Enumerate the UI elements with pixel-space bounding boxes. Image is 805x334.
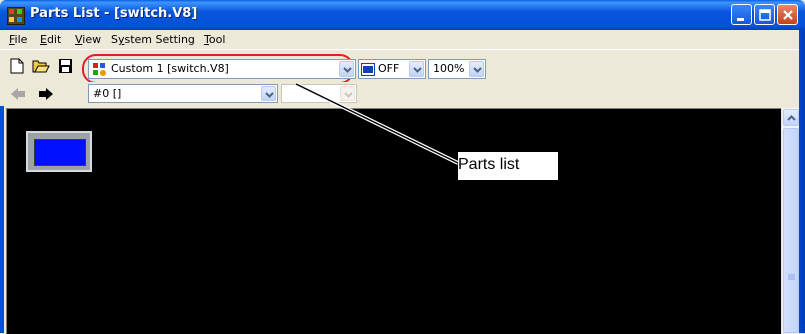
window-title: Parts List - [switch.V8]: [30, 6, 198, 21]
navigation-toolbar: #0 []: [0, 82, 805, 106]
menu-view[interactable]: View: [75, 33, 101, 46]
chevron-down-icon: [473, 67, 482, 73]
chevron-down-icon: [343, 67, 352, 73]
parts-list-combo[interactable]: Custom 1 [switch.V8]: [88, 59, 356, 79]
menu-system-setting[interactable]: System Setting: [111, 33, 195, 46]
chevron-down-icon: [344, 92, 353, 98]
window-frame-right: [799, 30, 805, 333]
menu-tool[interactable]: Tool: [204, 33, 225, 46]
back-arrow-icon[interactable]: [10, 87, 26, 101]
off-state-icon: [361, 63, 375, 76]
callout-text: Parts list: [458, 156, 520, 173]
app-icon: [7, 7, 25, 25]
menu-edit[interactable]: Edit: [40, 33, 61, 46]
state-combo[interactable]: OFF: [358, 59, 426, 79]
chevron-down-icon: [413, 67, 422, 73]
open-folder-icon[interactable]: [32, 58, 50, 74]
zoom-value: 100%: [433, 62, 465, 75]
grip-icon: [788, 274, 795, 280]
parts-list-value: Custom 1 [switch.V8]: [111, 62, 229, 75]
switch-part-face: [34, 139, 86, 166]
maximize-button[interactable]: [754, 4, 775, 25]
zoom-dropdown[interactable]: [469, 61, 484, 77]
parts-icon: [93, 63, 106, 76]
editing-canvas[interactable]: [6, 108, 781, 334]
zoom-combo[interactable]: 100%: [428, 59, 486, 79]
title-bar: Parts List - [switch.V8]: [0, 0, 805, 30]
chevron-down-icon: [265, 92, 274, 98]
new-file-icon[interactable]: [10, 58, 24, 74]
vertical-scrollbar[interactable]: [781, 108, 800, 333]
save-icon[interactable]: [58, 58, 73, 74]
minimize-button[interactable]: [731, 4, 752, 25]
disabled-combo-dropdown: [340, 86, 355, 101]
menu-file[interactable]: File: [9, 33, 27, 46]
chevron-up-icon: [787, 115, 796, 121]
menu-bar: File Edit View System Setting Tool: [0, 30, 805, 49]
close-button[interactable]: [777, 4, 798, 25]
state-value: OFF: [378, 62, 400, 75]
screen-select-dropdown[interactable]: [261, 86, 276, 101]
state-dropdown[interactable]: [409, 61, 424, 77]
maximize-icon: [759, 9, 771, 21]
screen-select-combo[interactable]: #0 []: [88, 84, 278, 103]
switch-part[interactable]: [26, 131, 92, 172]
parts-list-dropdown[interactable]: [339, 61, 354, 77]
minimize-icon: [737, 18, 744, 21]
scroll-up-button[interactable]: [783, 109, 799, 126]
parts-list-callout: Parts list: [458, 152, 558, 180]
scroll-thumb[interactable]: [783, 128, 799, 333]
disabled-combo: [281, 84, 357, 103]
forward-arrow-icon[interactable]: [38, 87, 54, 101]
screen-select-value: #0 []: [93, 87, 122, 100]
close-icon: [783, 10, 793, 20]
main-toolbar: Custom 1 [switch.V8] OFF 100%: [0, 49, 805, 84]
